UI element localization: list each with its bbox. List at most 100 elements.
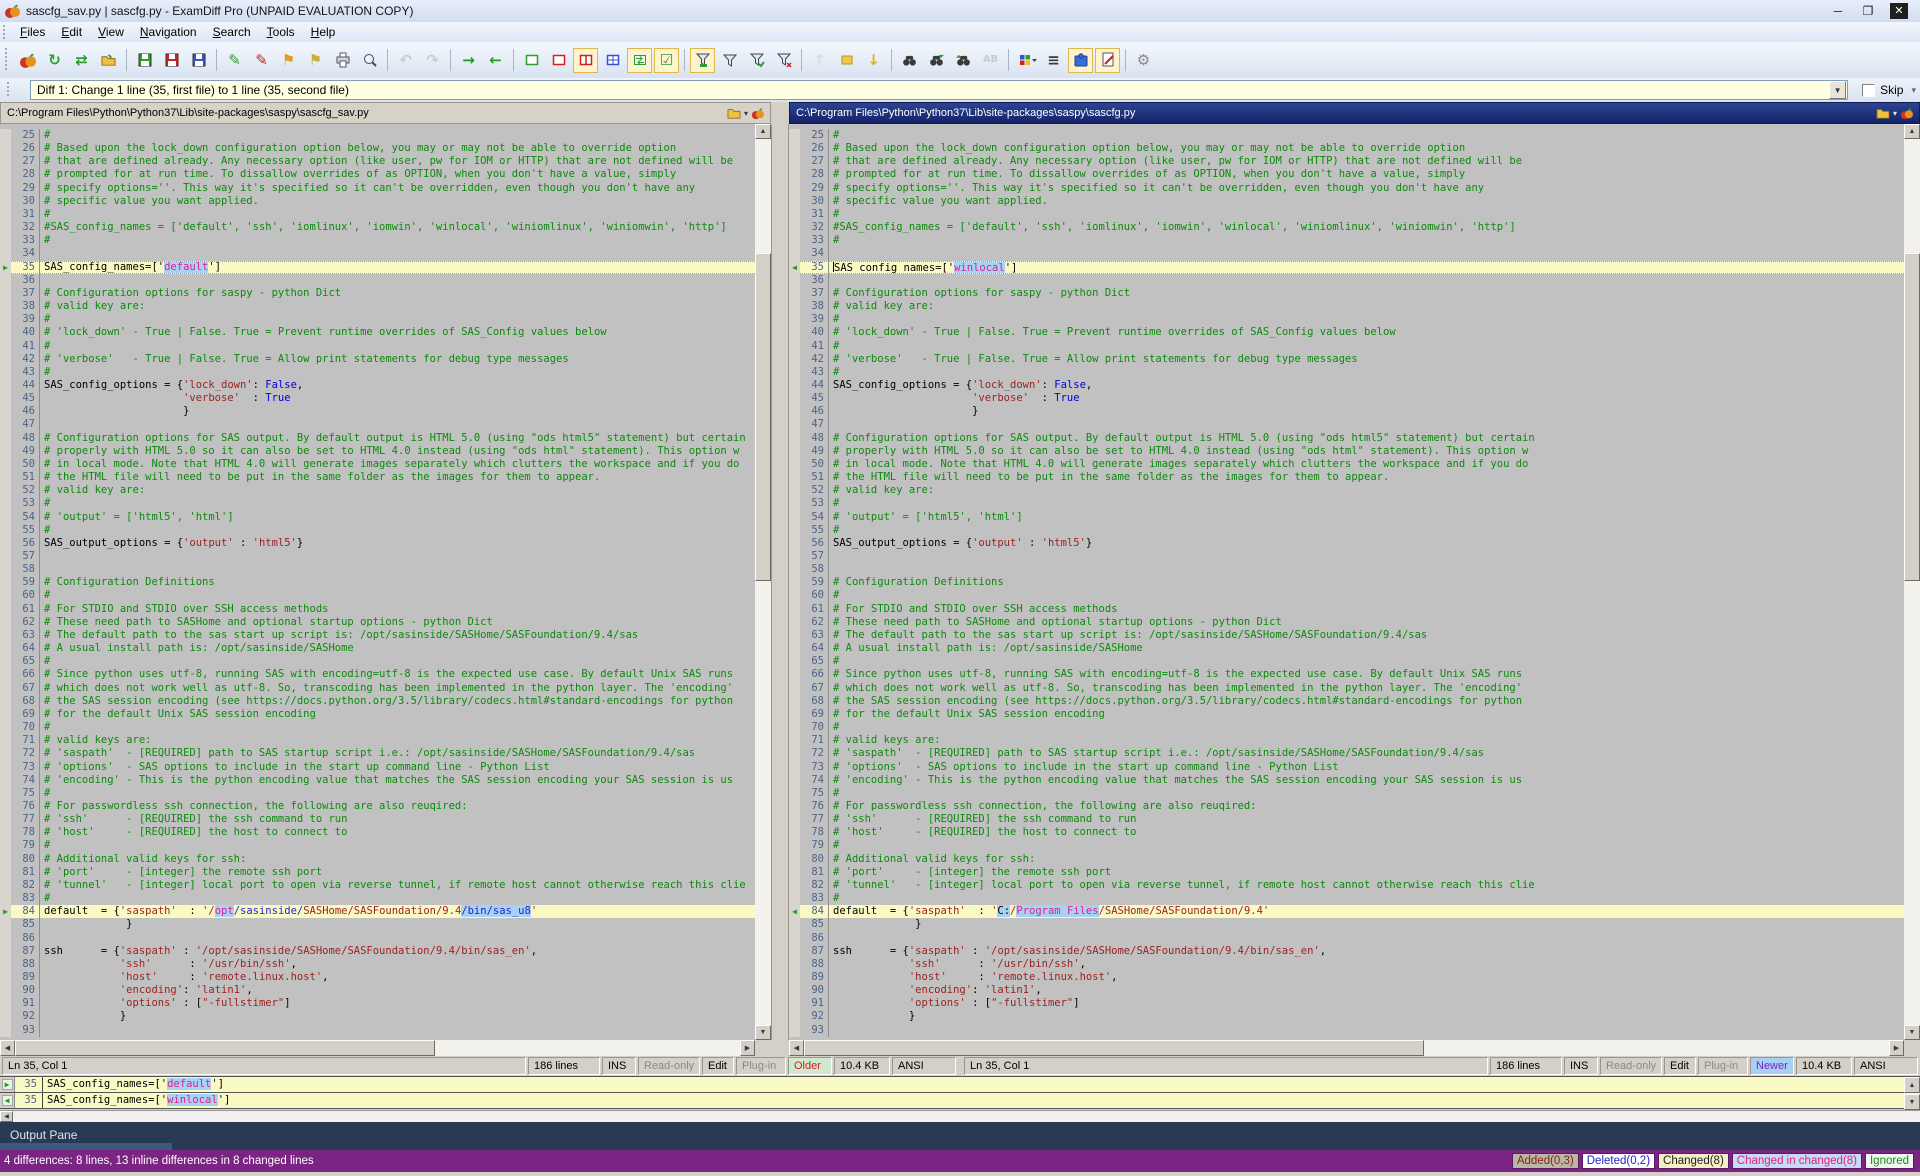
code-line-66[interactable]: 66# Since python uses utf-8, running SAS… — [0, 668, 755, 681]
previous-change-icon[interactable]: ↑ — [807, 48, 832, 73]
code-line-78[interactable]: 78# 'host' - [REQUIRED] the host to conn… — [789, 826, 1904, 839]
save-both-files-icon[interactable] — [186, 48, 211, 73]
code-line-26[interactable]: 26# Based upon the lock_down configurati… — [0, 142, 755, 155]
code-line-30[interactable]: 30# specific value you want applied. — [789, 195, 1904, 208]
find-next-icon[interactable] — [924, 48, 949, 73]
code-line-27[interactable]: 27# that are defined already. Any necess… — [789, 155, 1904, 168]
scroll-down-icon[interactable]: ▼ — [755, 1025, 771, 1040]
code-line-79[interactable]: 79# — [789, 839, 1904, 852]
code-line-46[interactable]: 46 } — [789, 405, 1904, 418]
code-line-53[interactable]: 53# — [0, 497, 755, 510]
current-diff-line[interactable]: ▶35SAS_config_names=['default'] — [0, 1077, 1904, 1093]
first-pane-hscroll-thumb[interactable] — [15, 1040, 435, 1056]
code-line-42[interactable]: 42# 'verbose' - True | False. True = All… — [789, 353, 1904, 366]
next-change-icon[interactable]: ↓ — [861, 48, 886, 73]
code-line-93[interactable]: 93 — [0, 1024, 755, 1037]
editor-options-icon[interactable] — [1095, 48, 1120, 73]
first-file-folder-icon[interactable] — [727, 107, 741, 119]
skip-checkbox[interactable] — [1862, 84, 1875, 97]
plugins-icon[interactable] — [1068, 48, 1093, 73]
code-line-67[interactable]: 67# which does not work well as utf-8. S… — [0, 682, 755, 695]
code-line-67[interactable]: 67# which does not work well as utf-8. S… — [789, 682, 1904, 695]
code-line-51[interactable]: 51# the HTML file will need to be put in… — [789, 471, 1904, 484]
diff-copy-marker-icon[interactable]: ◀ — [789, 261, 800, 274]
menu-view[interactable]: View — [90, 23, 132, 41]
code-line-73[interactable]: 73# 'options' - SAS options to include i… — [789, 761, 1904, 774]
split-view-icon[interactable] — [573, 48, 598, 73]
diff-copy-marker-icon[interactable]: ▶ — [0, 261, 11, 274]
code-line-89[interactable]: 89 'host' : 'remote.linux.host', — [789, 971, 1904, 984]
settings-gear-icon[interactable]: ⚙ — [1131, 48, 1156, 73]
first-file-folder-caret-icon[interactable]: ▾ — [744, 109, 748, 118]
code-line-41[interactable]: 41# — [0, 340, 755, 353]
second-pane-hscroll-thumb[interactable] — [804, 1040, 1424, 1056]
code-line-26[interactable]: 26# Based upon the lock_down configurati… — [789, 142, 1904, 155]
code-line-82[interactable]: 82# 'tunnel' - [integer] local port to o… — [0, 879, 755, 892]
save-first-file-icon[interactable] — [132, 48, 157, 73]
second-file-app-icon[interactable] — [1900, 107, 1913, 120]
code-line-43[interactable]: 43# — [0, 366, 755, 379]
code-line-76[interactable]: 76# For passwordless ssh connection, the… — [0, 800, 755, 813]
menu-edit[interactable]: Edit — [53, 23, 90, 41]
code-line-73[interactable]: 73# 'options' - SAS options to include i… — [0, 761, 755, 774]
code-line-60[interactable]: 60# — [789, 589, 1904, 602]
code-line-76[interactable]: 76# For passwordless ssh connection, the… — [789, 800, 1904, 813]
code-line-28[interactable]: 28# prompted for at run time. To dissall… — [0, 168, 755, 181]
print-preview-icon[interactable] — [357, 48, 382, 73]
send-report-icon[interactable]: ⚑ — [303, 48, 328, 73]
code-line-54[interactable]: 54# 'output' = ['html5', 'html'] — [789, 511, 1904, 524]
code-line-84[interactable]: ◀84default = {'saspath' : 'C:/Program Fi… — [789, 905, 1904, 918]
diff-copy-marker-icon[interactable]: ▶ — [0, 1077, 15, 1092]
scroll-right-icon[interactable]: ▶ — [740, 1040, 755, 1056]
code-line-52[interactable]: 52# valid key are: — [789, 484, 1904, 497]
code-line-56[interactable]: 56SAS_output_options = {'output' : 'html… — [0, 537, 755, 550]
code-line-39[interactable]: 39# — [789, 313, 1904, 326]
scroll-down-icon[interactable]: ▼ — [1904, 1094, 1920, 1110]
second-pane-vertical-scrollbar[interactable]: ▲ ▼ — [1904, 124, 1920, 1040]
code-line-38[interactable]: 38# valid key are: — [0, 300, 755, 313]
code-line-92[interactable]: 92 } — [0, 1010, 755, 1023]
maximize-button[interactable]: ❐ — [1860, 4, 1876, 18]
code-line-72[interactable]: 72# 'saspath' - [REQUIRED] path to SAS s… — [0, 747, 755, 760]
refresh-icon[interactable]: ↻ — [42, 48, 67, 73]
code-line-63[interactable]: 63# The default path to the sas start up… — [789, 629, 1904, 642]
code-line-75[interactable]: 75# — [789, 787, 1904, 800]
code-line-74[interactable]: 74# 'encoding' - This is the python enco… — [0, 774, 755, 787]
current-diff-line[interactable]: ◀35SAS_config_names=['winlocal'] — [0, 1093, 1904, 1109]
show-checkboxes-icon[interactable]: ☑ — [654, 48, 679, 73]
code-line-85[interactable]: 85 } — [789, 918, 1904, 931]
menu-files[interactable]: Files — [12, 23, 53, 41]
stat-badge-added[interactable]: Added(0,3) — [1512, 1153, 1579, 1169]
print-icon[interactable] — [330, 48, 355, 73]
stat-badge-changed[interactable]: Changed(8) — [1658, 1153, 1729, 1169]
code-line-62[interactable]: 62# These need path to SASHome and optio… — [0, 616, 755, 629]
code-line-68[interactable]: 68# the SAS session encoding (see https:… — [789, 695, 1904, 708]
second-pane-horizontal-scrollbar[interactable]: ◀ ▶ — [789, 1040, 1904, 1056]
code-line-64[interactable]: 64# A usual install path is: /opt/sasins… — [789, 642, 1904, 655]
code-line-30[interactable]: 30# specific value you want applied. — [0, 195, 755, 208]
grid-view-icon[interactable] — [600, 48, 625, 73]
menu-tools[interactable]: Tools — [259, 23, 303, 41]
scroll-left-icon[interactable]: ◀ — [0, 1040, 15, 1056]
code-line-90[interactable]: 90 'encoding': 'latin1', — [0, 984, 755, 997]
code-line-45[interactable]: 45 'verbose' : True — [0, 392, 755, 405]
redo-icon[interactable]: ↷ — [420, 48, 445, 73]
toolbar-overflow-icon[interactable]: ▾ — [1911, 85, 1916, 96]
code-line-65[interactable]: 65# — [789, 655, 1904, 668]
code-line-86[interactable]: 86 — [0, 932, 755, 945]
diff-selector-dropdown-icon[interactable]: ▼ — [1829, 81, 1846, 99]
diff-pane-vertical-scrollbar[interactable]: ▲ ▼ — [1904, 1077, 1920, 1110]
code-line-93[interactable]: 93 — [789, 1024, 1904, 1037]
code-line-59[interactable]: 59# Configuration Definitions — [0, 576, 755, 589]
code-line-28[interactable]: 28# prompted for at run time. To dissall… — [789, 168, 1904, 181]
code-line-32[interactable]: 32#SAS_config_names = ['default', 'ssh',… — [789, 221, 1904, 234]
first-pane-horizontal-scrollbar[interactable]: ◀ ▶ — [0, 1040, 755, 1056]
code-line-32[interactable]: 32#SAS_config_names = ['default', 'ssh',… — [0, 221, 755, 234]
code-line-39[interactable]: 39# — [0, 313, 755, 326]
code-line-36[interactable]: 36 — [789, 274, 1904, 287]
diff-pane-horizontal-scrollbar[interactable]: ◀ — [0, 1110, 1920, 1122]
code-line-80[interactable]: 80# Additional valid keys for ssh: — [789, 853, 1904, 866]
code-line-27[interactable]: 27# that are defined already. Any necess… — [0, 155, 755, 168]
code-line-57[interactable]: 57 — [0, 550, 755, 563]
code-line-37[interactable]: 37# Configuration options for saspy - py… — [0, 287, 755, 300]
